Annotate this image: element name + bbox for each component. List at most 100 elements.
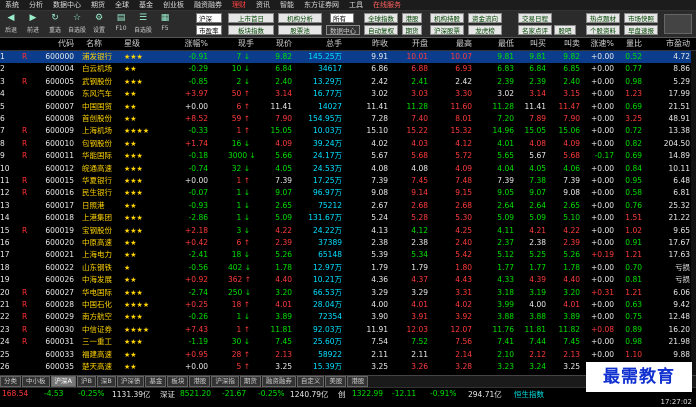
f10-button[interactable]: ▤ F10 (110, 11, 132, 37)
table-row[interactable]: 21 R 600028 中国石化 ★★★★ +0.25 18 ↑ 4.01 28.04万 4.00… (0, 299, 696, 311)
institution-holding-button[interactable]: 机构持股 (430, 13, 464, 23)
tab-market-6[interactable]: 基金 (145, 376, 167, 387)
header-low[interactable]: 最低 (484, 38, 514, 50)
watchlist-button[interactable]: ☆ 自选股 (66, 11, 88, 37)
header-cur-vol[interactable]: 现手 (232, 38, 254, 50)
tab-market-9[interactable]: 沪深指 (211, 376, 239, 387)
header-price[interactable]: 现价 (264, 38, 292, 50)
tab-market-11[interactable]: 融资融券 (261, 376, 296, 387)
menu-item-tools[interactable]: 工具 (344, 0, 368, 10)
expert-review-button[interactable]: 名家点评 (518, 25, 552, 35)
tab-market-13[interactable]: 美股 (325, 376, 347, 387)
tab-market-14[interactable]: 港股 (347, 376, 369, 387)
dragon-tiger-button[interactable]: 龙虎榜 (468, 25, 502, 35)
vertical-scrollbar[interactable] (691, 51, 696, 375)
auto-adjust-button[interactable]: 自动复权 (364, 25, 398, 35)
header-code[interactable]: 代码 (44, 38, 74, 50)
table-row[interactable]: 12 R 600016 民生银行 ★★★ -0.07 1 ↓ 9.07 96.97万 9.08 9.… (0, 187, 696, 199)
table-row[interactable]: 19 600026 中海发展 ★★ +0.92 362 ↑ 4.40 10.21万 4.36 4.… (0, 274, 696, 286)
table-row[interactable]: 13 600017 日照港 ★★ -0.93 1 ↓ 2.65 75212 2.67 2.68 2.… (0, 200, 696, 212)
menu-item-futures[interactable]: 期货 (86, 0, 110, 10)
menu-item-margin[interactable]: 融资融券 (189, 0, 227, 10)
table-row[interactable]: 22 R 600029 南方航空 ★★★ -0.26 1 ↓ 3.89 72354 3.90 3.9… (0, 311, 696, 323)
table-row[interactable]: 16 600020 中原高速 ★★ +0.42 6 ↑ 2.39 37389 2.38 2.38 2… (0, 237, 696, 249)
table-row[interactable]: 14 600018 上港集团 ★★★ -2.86 1 ↓ 5.09 131.67万 5.24 5.… (0, 212, 696, 224)
fund-flow-button[interactable]: 资金流向 (468, 13, 502, 23)
stock-pool-button[interactable]: 股票池 (278, 25, 322, 35)
table-row[interactable]: 8 R 600010 包钢股份 ★★ +1.74 16 ↓ 4.09 39.24万 4.02 4.0… (0, 138, 696, 150)
table-row[interactable]: 9 R 600011 华能国际 ★★★ -0.18 3000 ↓ 5.66 24.17万 5.67… (0, 150, 696, 162)
trading-calendar-button[interactable]: 交易日程 (518, 13, 552, 23)
watchlist-button-2[interactable]: ☰ 自选股 (132, 11, 154, 37)
header-pe[interactable]: 市盈动 (646, 38, 690, 50)
back-button[interactable]: ◀ 后退 (0, 11, 22, 37)
header-stars[interactable]: 星级 (124, 38, 150, 50)
forward-button[interactable]: ▶ 前进 (22, 11, 44, 37)
tab-market-5[interactable]: 沪深债 (116, 376, 145, 387)
menu-item-gem[interactable]: 创业板 (158, 0, 189, 10)
menu-item-data-center[interactable]: 数据中心 (48, 0, 86, 10)
global-index-button[interactable]: 全球指数 (364, 13, 398, 23)
header-prev-close[interactable]: 昨收 (360, 38, 388, 50)
tab-market-1[interactable]: 中小板 (22, 376, 50, 387)
table-row[interactable]: 1 R 600000 浦发银行 ★★★ -0.91 7 ↓ 9.82 145.25万 9.91 10… (0, 51, 696, 63)
table-row[interactable]: 11 R 600015 华夏银行 ★★★ +0.00 1 ↑ 7.39 17.25万 7.39 7.… (0, 175, 696, 187)
header-vol-ratio[interactable]: 量比 (618, 38, 642, 50)
sector-index-button[interactable]: 板块指数 (228, 25, 274, 35)
tab-market-3[interactable]: 沪B (76, 376, 96, 387)
market-select[interactable]: 沪深 (196, 13, 222, 23)
header-ask[interactable]: 叫卖 (550, 38, 580, 50)
table-row[interactable]: 3 R 600005 武钢股份 ★★★ -0.85 2 ↓ 2.40 13.29万 2.42 2.4… (0, 76, 696, 88)
header-change-pct[interactable]: 涨幅% (180, 38, 208, 50)
header-high[interactable]: 最高 (442, 38, 472, 50)
scope-select[interactable]: 所有 (330, 13, 354, 23)
table-row[interactable]: 10 600012 皖通高速 ★★★ -0.74 32 ↓ 4.05 24.53万 4.08 4.… (0, 163, 696, 175)
menu-item-finance[interactable]: 理财 (227, 0, 251, 10)
menu-item-smart[interactable]: 智能 (275, 0, 299, 10)
market-snapshot-button[interactable]: 市场快照 (624, 13, 658, 23)
header-open[interactable]: 开盘 (398, 38, 428, 50)
settings-button[interactable]: ⚙ 设置 (88, 11, 110, 37)
tab-market-0[interactable]: 分类 (0, 376, 21, 387)
futures-button[interactable]: 期货 (402, 25, 422, 35)
menu-item-system[interactable]: 系统 (0, 0, 24, 10)
tab-market-7[interactable]: 板块 (167, 376, 189, 387)
institution-analysis-button[interactable]: 机构分析 (278, 13, 322, 23)
table-row[interactable]: 15 R 600019 宝钢股份 ★★★ +2.18 3 ↓ 4.22 24.22万 4.13 4.… (0, 225, 696, 237)
tab-market-12[interactable]: 自定义 (296, 376, 325, 387)
tab-market-4[interactable]: 深B (96, 376, 116, 387)
table-row[interactable]: 24 R 600031 三一重工 ★★★ -1.19 30 ↓ 7.45 25.60万 7.54 7… (0, 336, 696, 348)
menu-item-funds[interactable]: 基金 (134, 0, 158, 10)
data-center-label[interactable]: 数据中心 (326, 25, 360, 35)
header-total-vol[interactable]: 总手 (310, 38, 342, 50)
hk-stock-button[interactable]: 港股 (402, 13, 422, 23)
a-share-button[interactable]: 沪深股票 (430, 25, 464, 35)
morning-report-button[interactable]: 早盘速报 (624, 25, 658, 35)
reselect-button[interactable]: ↻ 重选 (44, 11, 66, 37)
table-row[interactable]: 18 600022 山东钢铁 ★ -0.56 402 ↓ 1.78 12.97万 1.79 1.7… (0, 262, 696, 274)
forum-button[interactable]: 股吧 (554, 25, 576, 35)
hot-topics-button[interactable]: 热点题材 (586, 13, 620, 23)
table-row[interactable]: 25 600033 福建高速 ★★ +0.95 28 ↑ 2.13 58922 2.11 2.11… (0, 349, 696, 361)
table-row[interactable]: 20 R 600027 华电国际 ★★★ -2.74 250 ↓ 3.20 66.53万 3.29… (0, 287, 696, 299)
tab-market-2[interactable]: 沪深A (50, 376, 76, 387)
table-row[interactable]: 5 600007 中国国贸 ★★ +0.00 6 ↑ 11.41 14027 11.41 11.2… (0, 101, 696, 113)
table-row[interactable]: 7 R 600009 上海机场 ★★★★ -0.33 1 ↑ 15.05 10.03万 15.10… (0, 125, 696, 137)
tab-market-8[interactable]: 港股 (189, 376, 211, 387)
table-row[interactable]: 23 R 600030 中信证券 ★★★★ +7.43 1 ↑ 11.81 92.03万 11.9… (0, 324, 696, 336)
table-row[interactable]: 4 600006 东风汽车 ★★ +3.97 50 ↑ 3.14 16.77万 3.02 3.03… (0, 88, 696, 100)
pe-select[interactable]: 市盈率 (196, 25, 222, 35)
header-name[interactable]: 名称 (86, 38, 112, 50)
table-row[interactable]: 2 600004 白云机场 ★★ -0.29 10 ↓ 6.84 34617 6.86 6.88 6… (0, 63, 696, 75)
menu-item-dfzq[interactable]: 东方证券网 (299, 0, 344, 10)
menu-item-news[interactable]: 资讯 (251, 0, 275, 10)
f5-button[interactable]: ▦ F5 (154, 11, 176, 37)
menu-item-global[interactable]: 全球 (110, 0, 134, 10)
menu-item-online-service[interactable]: 在线服务 (368, 0, 406, 10)
first-day-listing-button[interactable]: 上市首日 (228, 13, 274, 23)
header-speed[interactable]: 涨速% (582, 38, 614, 50)
stock-profile-button[interactable]: 个股资料 (586, 25, 620, 35)
tab-market-10[interactable]: 期货 (239, 376, 261, 387)
table-row[interactable]: 17 600021 上海电力 ★★ -2.41 18 ↓ 5.26 65148 5.39 5.34… (0, 249, 696, 261)
menu-item-analysis[interactable]: 分析 (24, 0, 48, 10)
